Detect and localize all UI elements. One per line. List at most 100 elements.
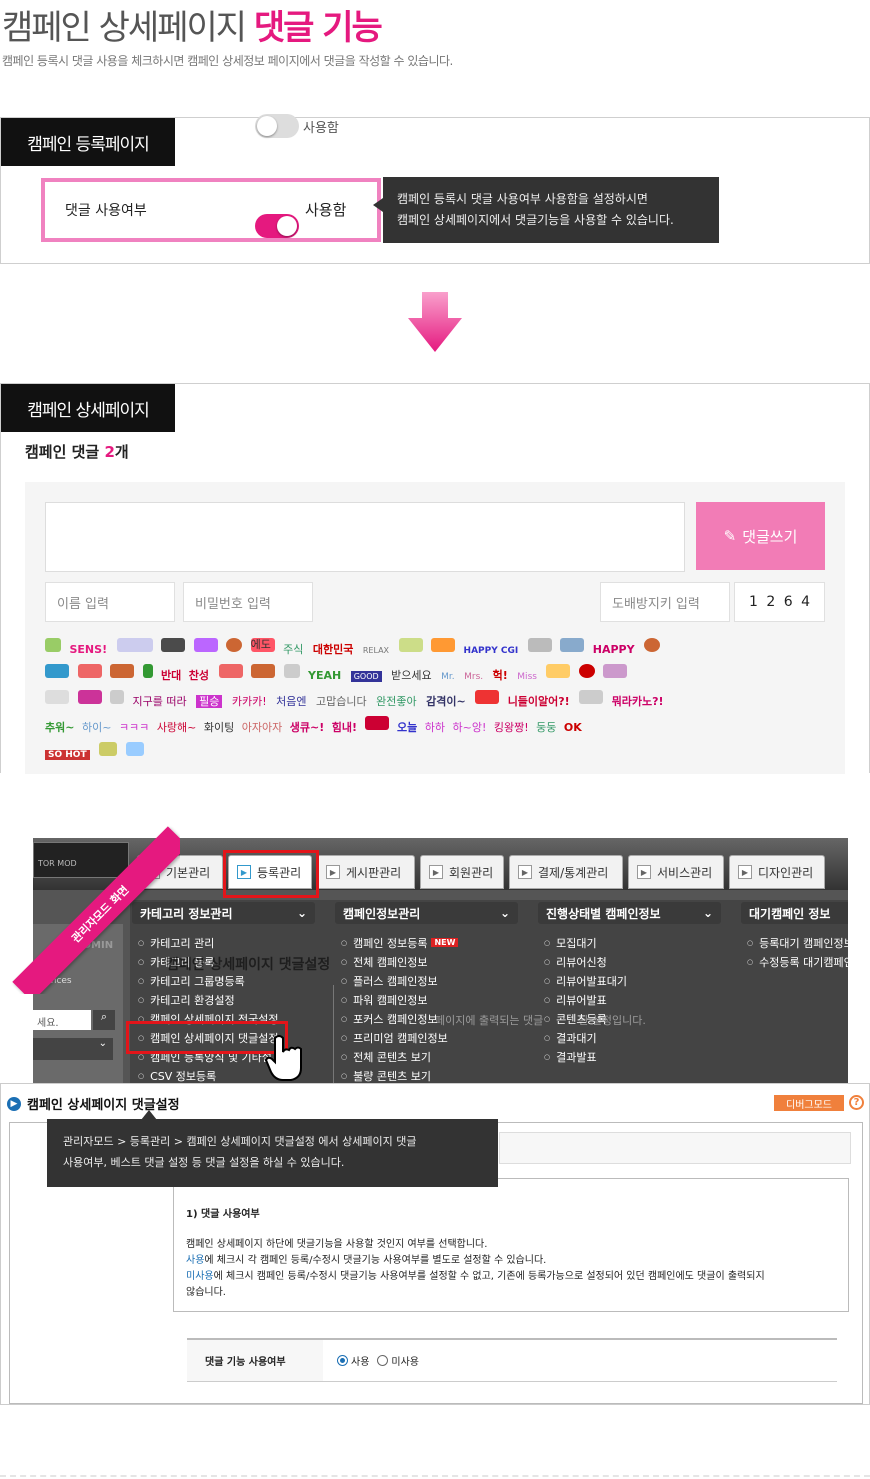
emoticon-relax[interactable]: RELAX — [363, 646, 389, 655]
comment-textarea[interactable] — [45, 502, 685, 572]
emoticon-so-hot[interactable]: SO HOT — [45, 750, 90, 760]
help-icon[interactable]: ? — [849, 1095, 864, 1110]
emoticon[interactable] — [110, 690, 124, 704]
emoticon-against[interactable]: 반대 — [161, 669, 181, 682]
tab-service[interactable]: ▶ 서비스관리 — [628, 855, 724, 889]
radio-nouse[interactable]: 미사용 — [377, 1353, 419, 1368]
emoticon-haang[interactable]: 하~앙! — [453, 721, 487, 734]
emoticon-happy-cgi[interactable]: HAPPY CGI — [464, 646, 519, 656]
emoticon-huk[interactable]: 헉! — [493, 669, 508, 682]
emoticon[interactable] — [45, 664, 69, 678]
menu-item[interactable]: 플러스 캠페인정보 — [341, 971, 458, 990]
emoticon[interactable] — [116, 638, 153, 652]
emoticon[interactable] — [283, 664, 300, 678]
captcha-input[interactable]: 도배방지키 입력 — [600, 582, 730, 622]
emoticon-moved[interactable]: 감격이~ — [426, 695, 466, 708]
emoticon-aja[interactable]: 아자아자 — [242, 721, 282, 734]
emoticon-what[interactable]: 뭐라카노?! — [612, 695, 664, 708]
menu-item[interactable]: 프리미엄 캠페인정보 — [341, 1028, 458, 1047]
emoticon[interactable] — [110, 664, 134, 678]
emoticon-good[interactable]: GOOD — [350, 671, 382, 682]
radio-use[interactable]: 사용 — [337, 1353, 369, 1368]
emoticon-mr[interactable]: Mr. — [441, 672, 455, 682]
menu-item[interactable]: CSV 정보등록 — [138, 1066, 279, 1083]
emoticon[interactable] — [226, 638, 243, 652]
emoticon-love[interactable]: 사랑해~ — [157, 721, 197, 734]
menu-item[interactable]: 불량 콘텐츠 보기 — [341, 1066, 458, 1083]
emoticon-win[interactable]: 필승 — [196, 695, 223, 708]
emoticon-leave-earth[interactable]: 지구를 떠라 — [133, 695, 187, 708]
search-icon[interactable]: ⌕ — [93, 1010, 115, 1030]
emoticon[interactable] — [45, 690, 69, 704]
emoticon[interactable] — [99, 742, 118, 756]
emoticon[interactable] — [527, 638, 552, 652]
emoticon-korea[interactable]: 대한민국 — [313, 643, 353, 656]
emoticon[interactable] — [475, 690, 500, 704]
menu-item[interactable]: 리뷰어발표 — [544, 990, 627, 1009]
debug-mode-button[interactable]: 디버그모드 — [774, 1095, 844, 1111]
emoticon[interactable] — [45, 638, 61, 652]
menu-head-campaign[interactable]: 캠페인정보관리 ⌄ — [335, 902, 518, 924]
emoticon[interactable] — [193, 638, 218, 652]
comment-toggle[interactable] — [255, 214, 299, 238]
emoticon-thankyou[interactable]: 생큐~! — [290, 721, 324, 734]
menu-item[interactable]: 전체 캠페인정보 — [341, 952, 458, 971]
emoticon-cold[interactable]: 추워~ — [45, 721, 74, 734]
emoticon-thanks[interactable]: 고맙습니다 — [316, 695, 367, 708]
emoticon-edo[interactable]: 에도 — [250, 638, 275, 652]
emoticon-kakaka[interactable]: 카카카! — [232, 695, 267, 708]
emoticon[interactable] — [161, 638, 186, 652]
emoticon[interactable] — [398, 638, 423, 652]
tab-board[interactable]: ▶ 게시판관리 — [317, 855, 415, 889]
emoticon-happy[interactable]: HAPPY — [593, 643, 635, 656]
menu-head-waiting[interactable]: 대기캠페인 정보 — [741, 902, 848, 924]
menu-item[interactable]: 모집대기 — [544, 933, 627, 952]
emoticon-best[interactable]: 킹왕짱! — [494, 721, 529, 734]
emoticon[interactable] — [431, 638, 456, 652]
emoticon[interactable] — [125, 742, 144, 756]
emoticon-yeah[interactable]: YEAH — [308, 669, 341, 682]
emoticon-cheer[interactable]: 힘내! — [332, 721, 357, 734]
name-input[interactable]: 이름 입력 — [45, 582, 175, 622]
emoticon[interactable] — [560, 638, 585, 652]
emoticon-hi[interactable]: 하이~ — [82, 721, 111, 734]
menu-item[interactable]: 결과대기 — [544, 1028, 627, 1047]
emoticon-sens[interactable]: SENS! — [70, 643, 108, 656]
menu-item[interactable]: 수정등록 대기캠페인 — [747, 952, 848, 971]
password-input[interactable]: 비밀번호 입력 — [183, 582, 313, 622]
write-comment-button[interactable]: ✎ 댓글쓰기 — [696, 502, 825, 570]
emoticon[interactable] — [77, 690, 102, 704]
emoticon[interactable] — [578, 664, 595, 678]
menu-item[interactable]: 파워 캠페인정보 — [341, 990, 458, 1009]
emoticon-ok[interactable]: OK — [564, 721, 582, 734]
menu-item[interactable]: 캠페인 정보등록NEW — [341, 933, 459, 952]
emoticon-first[interactable]: 처음엔 — [276, 695, 306, 708]
emoticon-do-you-know[interactable]: 니들이알어?! — [508, 695, 570, 708]
emoticon-perfect[interactable]: 완전좋아 — [376, 695, 416, 708]
emoticon-haha[interactable]: 하하 — [425, 721, 445, 734]
menu-head-status[interactable]: 진행상태별 캠페인정보 ⌄ — [538, 902, 721, 924]
emoticon-kkk[interactable]: ㅋㅋㅋ — [119, 721, 149, 734]
emoticon-take[interactable]: 받으세요 — [391, 669, 431, 682]
emoticon[interactable] — [251, 664, 275, 678]
emoticon[interactable] — [546, 664, 571, 678]
tab-design[interactable]: ▶ 디자인관리 — [729, 855, 825, 889]
menu-item[interactable]: 전체 콘텐츠 보기 — [341, 1047, 458, 1066]
emoticon-mrs[interactable]: Mrs. — [464, 672, 483, 682]
admin-search-input[interactable]: 세요. — [33, 1010, 91, 1030]
emoticon[interactable] — [77, 664, 102, 678]
emoticon-today[interactable]: 오늘 — [397, 721, 417, 734]
menu-item[interactable]: 등록대기 캠페인정보 — [747, 933, 848, 952]
tab-payment[interactable]: ▶ 결제/통계관리 — [509, 855, 623, 889]
emoticon[interactable] — [644, 638, 661, 652]
tab-member[interactable]: ▶ 회원관리 — [420, 855, 504, 889]
emoticon[interactable] — [364, 716, 389, 730]
menu-item[interactable]: 리뷰어신청 — [544, 952, 627, 971]
menu-item[interactable]: 리뷰어발표대기 — [544, 971, 627, 990]
menu-item[interactable]: 결과발표 — [544, 1047, 627, 1066]
emoticon-dungdung[interactable]: 둥둥 — [536, 721, 556, 734]
emoticon-stock[interactable]: 주식 — [283, 643, 303, 656]
emoticon-fighting[interactable]: 화이팅 — [204, 721, 234, 734]
emoticon[interactable] — [579, 690, 604, 704]
emoticon[interactable] — [218, 664, 243, 678]
